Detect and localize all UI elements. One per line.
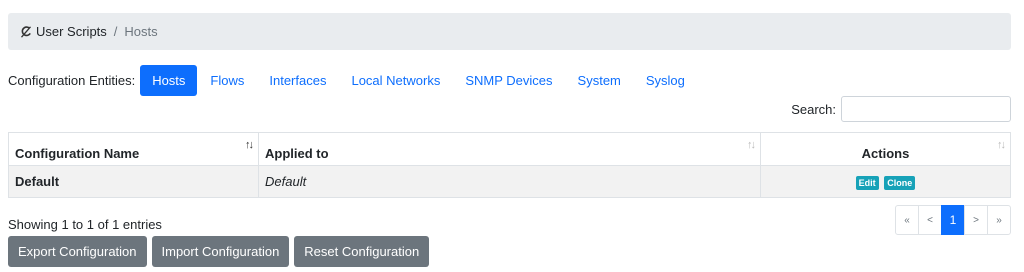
search-label: Search: [791, 101, 836, 117]
configurations-table: Configuration Name ↑↓ Applied to ↑↓ Acti… [8, 132, 1011, 198]
clone-button[interactable]: Clone [884, 175, 916, 190]
tab-interfaces[interactable]: Interfaces [257, 65, 338, 96]
sort-icon: ↑↓ [997, 139, 1006, 151]
applied-to-cell: Default [258, 165, 761, 198]
next-page-button[interactable]: > [964, 205, 988, 235]
tab-hosts[interactable]: Hosts [140, 64, 198, 96]
entities-label: Configuration Entities: [8, 72, 136, 88]
column-header-name[interactable]: Configuration Name ↑↓ [8, 132, 259, 166]
entries-info: Showing 1 to 1 of 1 entries [8, 217, 162, 232]
breadcrumb-current: Hosts [124, 24, 158, 39]
tab-snmp-devices[interactable]: SNMP Devices [453, 65, 564, 96]
column-header-actions[interactable]: Actions ↑↓ [760, 132, 1011, 166]
prev-page-button[interactable]: < [918, 205, 942, 235]
sort-icon: ↑↓ [747, 139, 756, 151]
table-row: Default Default Edit Clone [8, 165, 1011, 198]
entities-nav: Configuration Entities: Hosts Flows Inte… [8, 64, 698, 96]
column-header-applied[interactable]: Applied to ↑↓ [258, 132, 761, 166]
pagination: « < 1 > » [895, 205, 1011, 235]
export-configuration-button[interactable]: Export Configuration [8, 236, 147, 267]
breadcrumb-separator: / [113, 24, 118, 39]
first-page-button[interactable]: « [895, 205, 919, 235]
edit-button[interactable]: Edit [855, 175, 879, 190]
tab-local-networks[interactable]: Local Networks [339, 65, 452, 96]
breadcrumb-parent[interactable]: User Scripts [36, 24, 107, 39]
scripts-icon [20, 25, 32, 38]
last-page-button[interactable]: » [987, 205, 1011, 235]
sort-icon: ↑↓ [245, 139, 254, 151]
tab-syslog[interactable]: Syslog [634, 65, 697, 96]
config-actions: Export Configuration Import Configuratio… [8, 236, 434, 267]
search-input[interactable] [841, 96, 1011, 122]
tab-flows[interactable]: Flows [198, 65, 256, 96]
actions-cell: Edit Clone [760, 165, 1011, 198]
import-configuration-button[interactable]: Import Configuration [151, 236, 290, 267]
search-box: Search: [791, 96, 1011, 122]
config-name-cell: Default [8, 165, 259, 198]
page-1-button[interactable]: 1 [941, 205, 965, 235]
tab-system[interactable]: System [566, 65, 633, 96]
reset-configuration-button[interactable]: Reset Configuration [294, 236, 430, 267]
breadcrumb: User Scripts / Hosts [8, 13, 1011, 50]
